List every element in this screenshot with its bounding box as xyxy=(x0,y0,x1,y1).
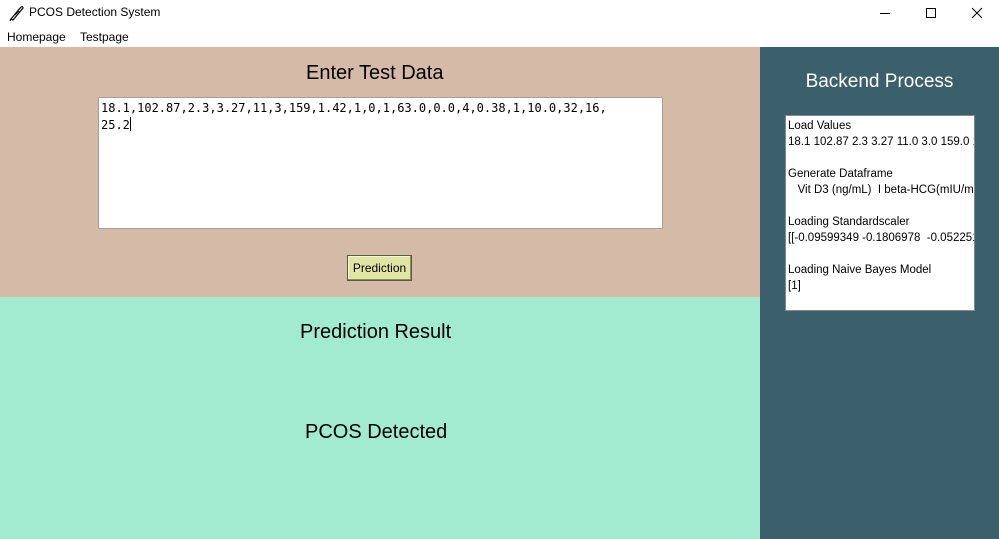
backend-process-heading: Backend Process xyxy=(805,71,954,92)
test-data-heading: Enter Test Data xyxy=(306,62,444,84)
close-button[interactable] xyxy=(954,0,999,26)
title-bar: PCOS Detection System xyxy=(0,0,999,26)
test-data-panel: Enter Test Data 18.1,102.87,2.3,3.27,11,… xyxy=(0,47,760,297)
prediction-button[interactable]: Prediction xyxy=(347,255,412,281)
menu-item-testpage[interactable]: Testpage xyxy=(80,30,129,44)
text-caret xyxy=(129,117,131,131)
log-line: [1] xyxy=(788,280,801,292)
menu-bar: Homepage Testpage xyxy=(0,26,999,46)
log-line: 18.1 102.87 2.3 3.27 11.0 3.0 159.0 1.4 xyxy=(788,136,975,148)
test-data-line-2: 25.2 xyxy=(101,118,130,132)
test-data-line-1: 18.1,102.87,2.3,3.27,11,3,159,1.42,1,0,1… xyxy=(101,101,607,115)
log-line: Vit D3 (ng/mL) I beta-HCG(mIU/m xyxy=(788,184,974,196)
maximize-button[interactable] xyxy=(908,0,954,26)
close-icon xyxy=(971,7,983,19)
window-title: PCOS Detection System xyxy=(29,5,161,19)
backend-log-textbox[interactable]: Load Values 18.1 102.87 2.3 3.27 11.0 3.0… xyxy=(785,115,975,311)
minimize-icon xyxy=(880,13,890,14)
log-line: Load Values xyxy=(788,120,852,132)
log-line: Loading Naive Bayes Model xyxy=(788,264,932,276)
test-data-textarea[interactable]: 18.1,102.87,2.3,3.27,11,3,159,1.42,1,0,1… xyxy=(98,97,663,229)
backend-process-panel: Backend Process Load Values 18.1 102.87 2… xyxy=(760,47,999,539)
feather-pen-icon xyxy=(8,4,26,22)
log-line: [[-0.09599349 -0.1806978 -0.052251 xyxy=(788,232,975,244)
prediction-result-panel: Prediction Result PCOS Detected xyxy=(0,297,760,539)
menu-item-homepage[interactable]: Homepage xyxy=(7,30,66,44)
minimize-button[interactable] xyxy=(862,0,908,26)
log-line: Generate Dataframe xyxy=(788,168,893,180)
prediction-result-heading: Prediction Result xyxy=(300,321,452,343)
backend-log: Load Values 18.1 102.87 2.3 3.27 11.0 3.0… xyxy=(788,118,975,294)
log-line: Loading Standardscaler xyxy=(788,216,910,228)
prediction-result-value: PCOS Detected xyxy=(305,421,448,443)
maximize-icon xyxy=(926,8,936,18)
